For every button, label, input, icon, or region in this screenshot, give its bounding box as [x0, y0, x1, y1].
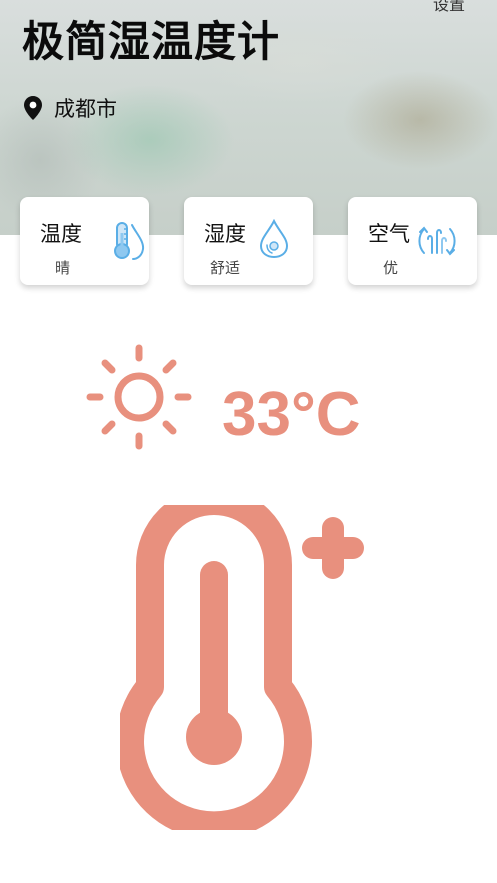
location-city: 成都市 [54, 97, 117, 121]
air-quality-icon [418, 226, 456, 256]
temperature-value: 33°C [222, 380, 361, 449]
location-pin-icon [24, 96, 42, 120]
settings-link[interactable]: 设置 [433, 0, 465, 15]
temperature-card[interactable]: 温度 晴 [20, 197, 149, 285]
water-drop-icon [259, 219, 289, 259]
humidity-card-subtitle: 舒适 [210, 259, 241, 277]
location-row[interactable]: 成都市 [24, 94, 117, 122]
temperature-card-title: 温度 [40, 222, 82, 246]
temperature-card-subtitle: 晴 [55, 259, 71, 277]
app-title: 极简湿温度计 [22, 17, 281, 66]
sun-icon [86, 344, 192, 450]
thermometer-plus-icon [120, 505, 364, 830]
air-card-subtitle: 优 [383, 259, 399, 277]
humidity-card[interactable]: 湿度 舒适 [184, 197, 313, 285]
humidity-card-title: 湿度 [204, 222, 246, 246]
air-card-title: 空气 [368, 222, 410, 246]
air-card[interactable]: 空气 优 [348, 197, 477, 285]
thermometer-drop-icon [114, 222, 145, 260]
